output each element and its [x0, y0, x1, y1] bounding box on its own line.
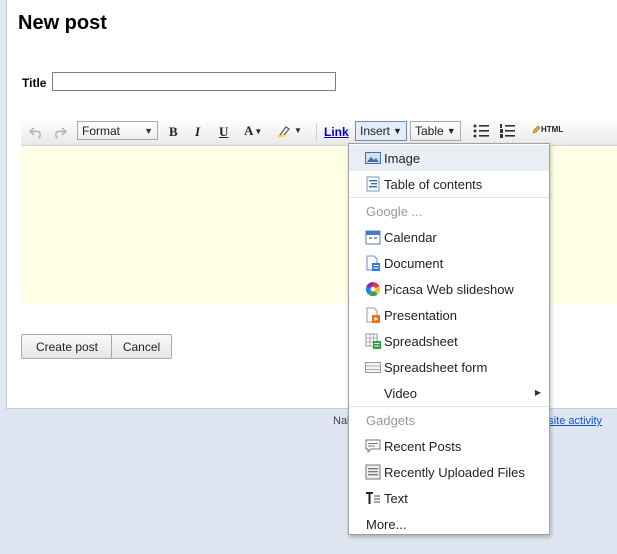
insert-menu-button[interactable]: Insert ▼: [355, 121, 407, 141]
text-icon: [366, 492, 380, 504]
menu-item-label: Calendar: [384, 230, 437, 245]
presentation-icon: [366, 307, 380, 323]
undo-icon[interactable]: [28, 125, 44, 139]
table-of-contents-icon: [366, 176, 380, 192]
table-menu-button[interactable]: Table ▼: [410, 121, 461, 141]
menu-item-spreadsheet[interactable]: Spreadsheet: [349, 328, 549, 354]
menu-item-presentation[interactable]: Presentation: [349, 302, 549, 328]
html-mode-label: HTML: [541, 125, 564, 134]
highlight-button[interactable]: ▼: [277, 124, 302, 137]
image-icon: [365, 152, 381, 164]
insert-menu-label: Insert: [360, 124, 391, 138]
menu-item-calendar[interactable]: Calendar: [349, 224, 549, 250]
spreadsheet-icon: [365, 333, 381, 349]
toolbar-divider: [316, 123, 317, 141]
insert-dropdown-menu: Image Table of contents Google ... Calen…: [348, 143, 550, 535]
table-menu-label: Table: [415, 124, 444, 138]
highlighter-icon: [278, 126, 290, 137]
picasa-icon: [365, 281, 381, 297]
chevron-down-icon: ▼: [144, 125, 153, 136]
underline-button[interactable]: U: [219, 124, 228, 140]
menu-item-label: Spreadsheet: [384, 334, 458, 349]
bulleted-list-icon[interactable]: [473, 124, 489, 138]
menu-item-document[interactable]: Document: [349, 250, 549, 276]
format-select[interactable]: Format ▼: [77, 121, 158, 140]
link-button[interactable]: Link: [324, 125, 349, 139]
editor-toolbar: Format ▼ B I U A ▼ ▼ Link Insert ▼ Table …: [21, 119, 617, 146]
font-color-button[interactable]: A ▼: [244, 123, 262, 139]
menu-header-google: Google ...: [349, 198, 549, 224]
menu-item-label: Spreadsheet form: [384, 360, 488, 375]
menu-item-image[interactable]: Image: [349, 145, 549, 171]
menu-header-label: Google ...: [366, 204, 423, 219]
menu-header-label: Gadgets: [366, 413, 416, 428]
create-post-button[interactable]: Create post: [21, 334, 113, 359]
recent-posts-icon: [365, 439, 381, 454]
menu-item-label: Recently Uploaded Files: [384, 465, 525, 480]
menu-item-label: Table of contents: [384, 177, 483, 192]
menu-item-label: Video: [384, 386, 418, 401]
menu-item-label: Image: [384, 151, 421, 166]
menu-item-label: Text: [384, 491, 408, 506]
menu-item-more[interactable]: More...: [349, 511, 549, 537]
spreadsheet-form-icon: [365, 362, 381, 373]
chevron-right-icon: ▶: [534, 388, 541, 397]
format-select-label: Format: [82, 123, 121, 138]
menu-item-table-of-contents[interactable]: Table of contents: [349, 171, 549, 197]
menu-item-label: Picasa Web slideshow: [384, 282, 514, 297]
calendar-icon: [365, 230, 381, 245]
menu-item-label: Document: [384, 256, 444, 271]
menu-item-recent-posts[interactable]: Recent Posts: [349, 433, 549, 459]
chevron-down-icon: ▼: [294, 126, 302, 135]
html-mode-button[interactable]: HTML: [532, 125, 563, 134]
chevron-down-icon: ▼: [393, 126, 402, 136]
title-input[interactable]: [52, 72, 336, 91]
page-title: New post: [18, 12, 107, 34]
menu-item-label: Recent Posts: [384, 439, 462, 454]
recently-uploaded-files-icon: [365, 464, 381, 480]
menu-item-text[interactable]: Text: [349, 485, 549, 511]
chevron-down-icon: ▼: [446, 126, 456, 136]
numbered-list-icon[interactable]: [499, 124, 515, 138]
pencil-icon: [532, 125, 541, 134]
italic-button[interactable]: I: [195, 124, 200, 140]
cancel-button[interactable]: Cancel: [111, 334, 172, 359]
menu-header-gadgets: Gadgets: [349, 407, 549, 433]
chevron-down-icon: ▼: [254, 126, 263, 136]
title-label: Title: [22, 76, 47, 90]
menu-item-video[interactable]: Video ▶: [349, 380, 549, 406]
menu-item-spreadsheet-form[interactable]: Spreadsheet form: [349, 354, 549, 380]
menu-item-picasa-web-slideshow[interactable]: Picasa Web slideshow: [349, 276, 549, 302]
redo-icon[interactable]: [52, 125, 68, 139]
menu-item-label: Presentation: [384, 308, 457, 323]
menu-item-label: More...: [366, 517, 407, 532]
bold-button[interactable]: B: [169, 124, 178, 140]
document-icon: [366, 255, 380, 271]
menu-item-recently-uploaded-files[interactable]: Recently Uploaded Files: [349, 459, 549, 485]
font-color-label: A: [244, 123, 254, 138]
